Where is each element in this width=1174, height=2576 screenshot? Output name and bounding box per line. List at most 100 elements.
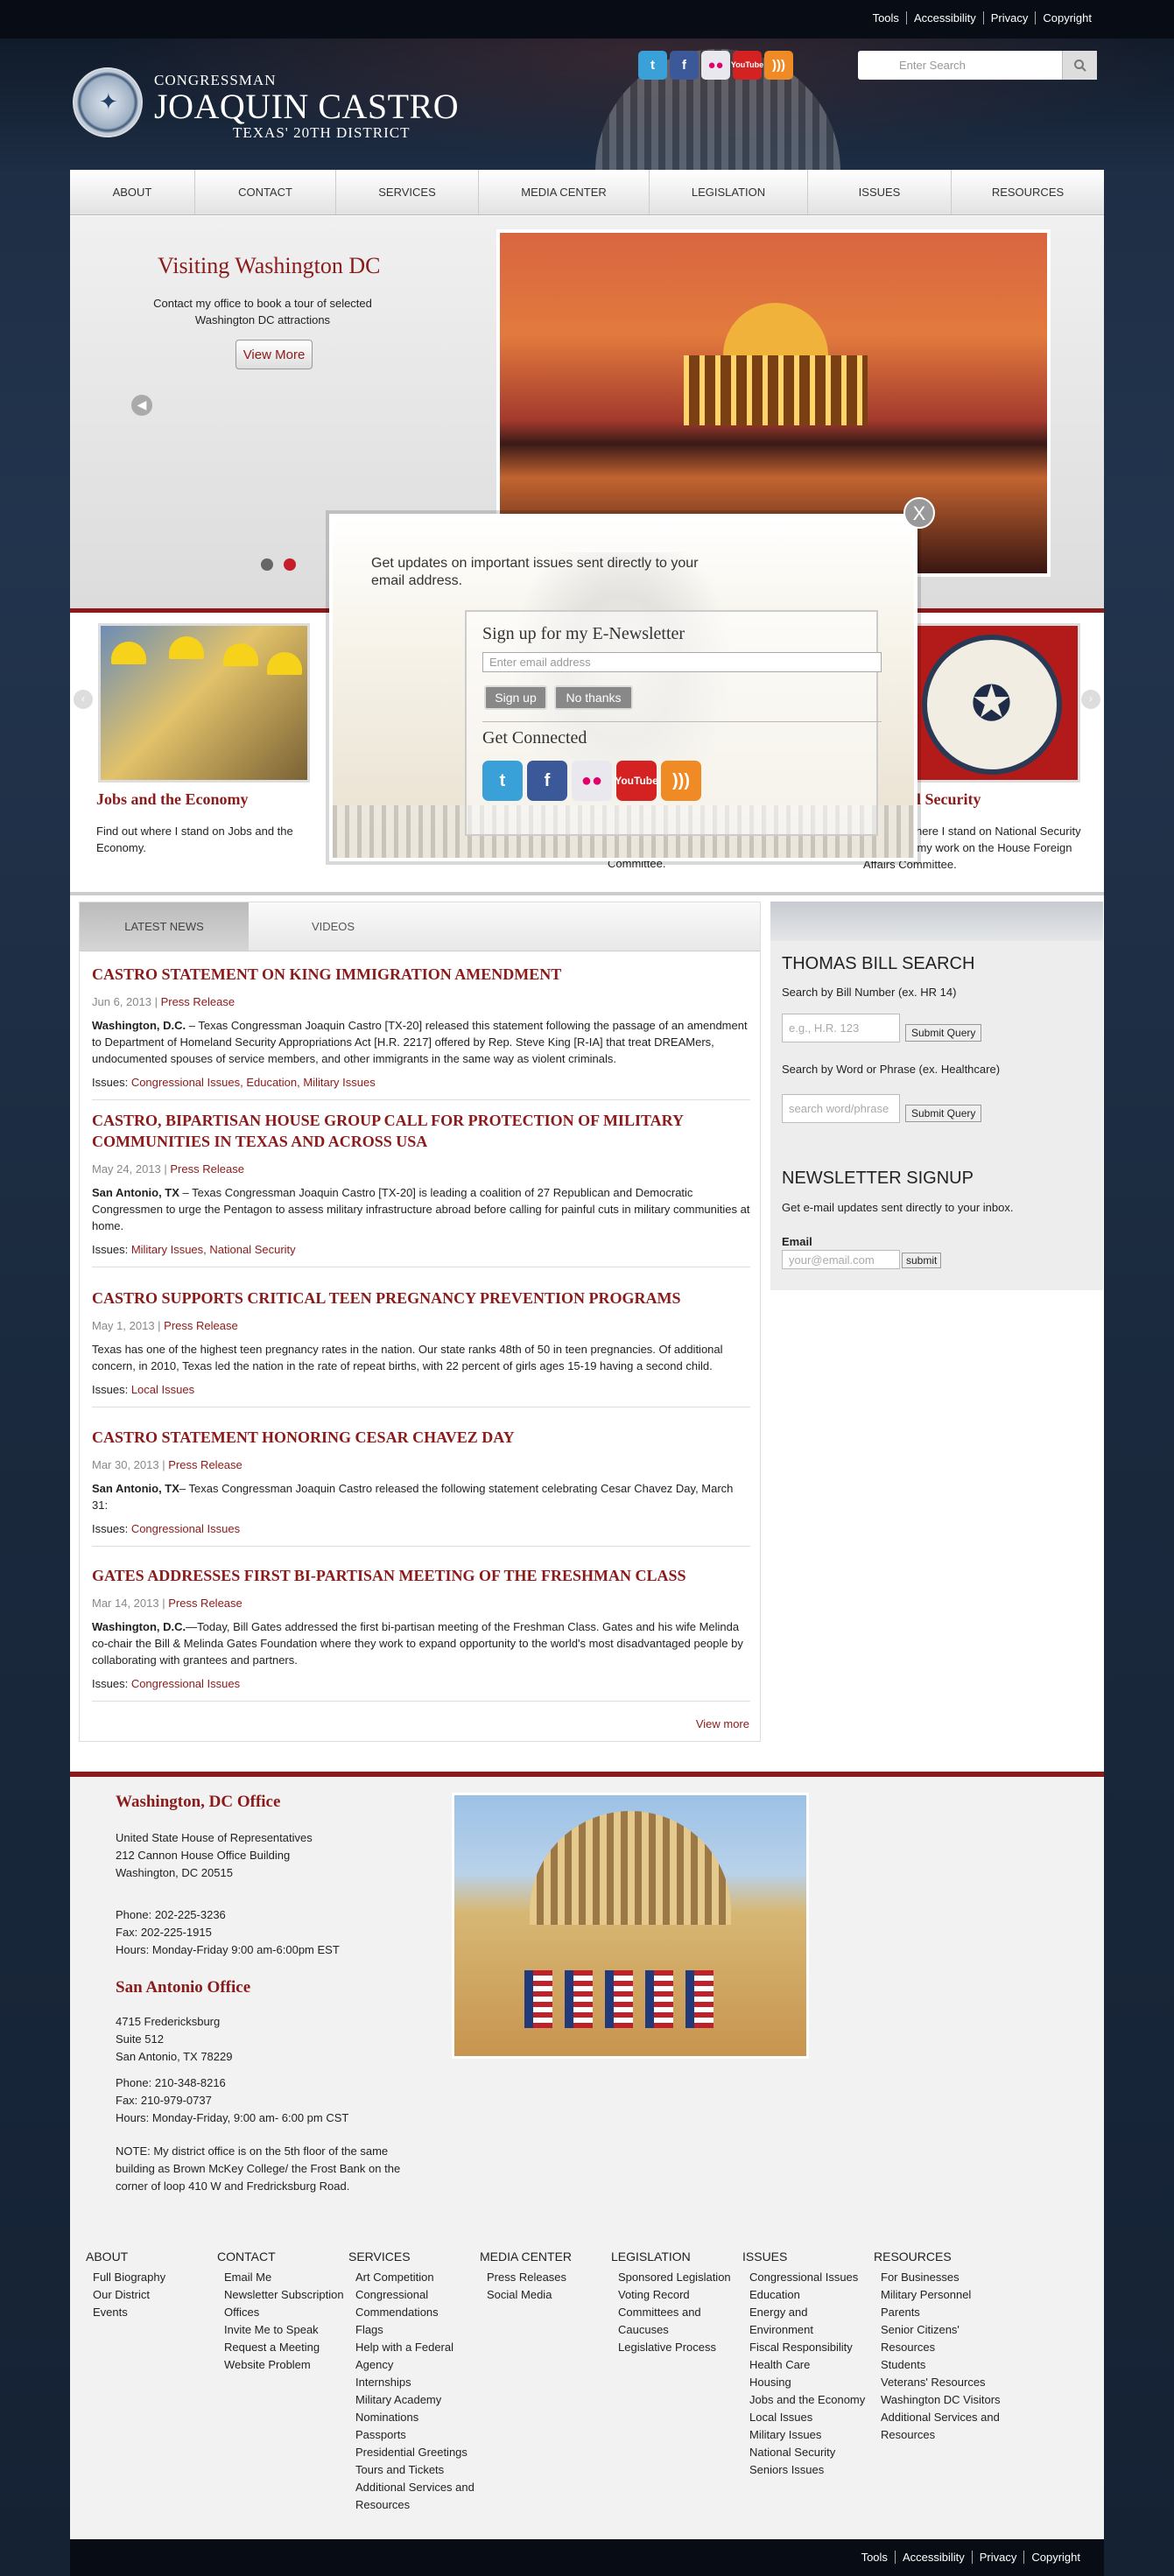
bill-word-input[interactable]: search word/phrase xyxy=(782,1094,900,1123)
footer-col-title[interactable]: ISSUES xyxy=(742,2250,874,2264)
footer-link[interactable]: Invite Me to Speak xyxy=(217,2321,348,2339)
footer-link[interactable]: Health Care xyxy=(742,2356,874,2374)
newsletter-email-input[interactable]: your@email.com xyxy=(782,1250,900,1269)
modal-close-icon[interactable]: X xyxy=(903,497,935,529)
footer-link[interactable]: Senior Citizens' Resources xyxy=(874,2321,1005,2356)
footer-link[interactable]: Passports xyxy=(348,2426,480,2444)
news-type-link[interactable]: Press Release xyxy=(170,1162,244,1176)
footer-link[interactable]: Military Personnel xyxy=(874,2286,1005,2304)
footer-link[interactable]: National Security xyxy=(742,2444,874,2461)
footer-link[interactable]: Social Media xyxy=(480,2286,611,2304)
slider-dot-1[interactable] xyxy=(261,558,273,571)
twitter-icon[interactable]: t xyxy=(638,51,667,80)
issues-links[interactable]: Local Issues xyxy=(131,1383,194,1396)
footer-link[interactable]: Flags xyxy=(348,2321,480,2339)
footer-link[interactable]: Military Issues xyxy=(742,2426,874,2444)
nav-services[interactable]: SERVICES xyxy=(336,170,479,214)
footer-link[interactable]: Offices xyxy=(217,2304,348,2321)
footer-link[interactable]: Tours and Tickets xyxy=(348,2461,480,2479)
issues-links[interactable]: Congressional Issues xyxy=(131,1677,240,1690)
news-type-link[interactable]: Press Release xyxy=(164,1319,238,1332)
footer-link[interactable]: Students xyxy=(874,2356,1005,2374)
twitter-icon[interactable]: t xyxy=(482,761,523,801)
cards-next-icon[interactable]: › xyxy=(1081,690,1100,709)
rss-icon[interactable]: ))) xyxy=(661,761,701,801)
tab-latest-news[interactable]: LATEST NEWS xyxy=(80,902,249,951)
footer-link[interactable]: Email Me xyxy=(217,2269,348,2286)
footer-link[interactable]: Full Biography xyxy=(86,2269,217,2286)
footer-link[interactable]: Request a Meeting xyxy=(217,2339,348,2356)
footer-link[interactable]: Additional Services and Resources xyxy=(874,2409,1005,2444)
youtube-icon[interactable]: You Tube xyxy=(731,51,763,80)
nav-media-center[interactable]: MEDIA CENTER xyxy=(479,170,650,214)
footer-link[interactable]: Internships xyxy=(348,2374,480,2391)
nav-legislation[interactable]: LEGISLATION xyxy=(650,170,808,214)
house-seal-logo[interactable] xyxy=(73,67,143,137)
footer-link[interactable]: Education xyxy=(742,2286,874,2304)
footer-col-title[interactable]: RESOURCES xyxy=(874,2250,1005,2264)
youtube-icon[interactable]: You Tube xyxy=(615,761,658,801)
modal-no-thanks-button[interactable]: No thanks xyxy=(554,685,633,710)
privacy-link[interactable]: Privacy xyxy=(971,2551,1024,2564)
footer-col-title[interactable]: MEDIA CENTER xyxy=(480,2250,611,2264)
accessibility-link[interactable]: Accessibility xyxy=(894,2551,972,2564)
modal-email-input[interactable]: Enter email address xyxy=(482,652,882,672)
search-input[interactable]: Enter Search xyxy=(899,59,966,72)
view-more-news-link[interactable]: View more xyxy=(696,1717,749,1730)
footer-col-title[interactable]: CONTACT xyxy=(217,2250,348,2264)
footer-link[interactable]: Press Releases xyxy=(480,2269,611,2286)
facebook-icon[interactable]: f xyxy=(670,51,699,80)
nav-issues[interactable]: ISSUES xyxy=(808,170,952,214)
nav-about[interactable]: ABOUT xyxy=(70,170,195,214)
view-more-button[interactable]: View More xyxy=(236,340,313,369)
footer-link[interactable]: Additional Services and Resources xyxy=(348,2479,480,2514)
search-icon[interactable] xyxy=(1062,51,1097,80)
footer-link[interactable]: Veterans' Resources xyxy=(874,2374,1005,2391)
accessibility-link[interactable]: Accessibility xyxy=(905,11,983,25)
news-title[interactable]: Castro Supports Critical Teen Pregnancy … xyxy=(92,1288,750,1309)
news-title[interactable]: Castro Statement Honoring Cesar Chavez D… xyxy=(92,1427,750,1448)
news-type-link[interactable]: Press Release xyxy=(161,995,236,1008)
footer-col-title[interactable]: ABOUT xyxy=(86,2250,217,2264)
footer-col-title[interactable]: LEGISLATION xyxy=(611,2250,742,2264)
footer-link[interactable]: Housing xyxy=(742,2374,874,2391)
footer-link[interactable]: Our District xyxy=(86,2286,217,2304)
newsletter-submit-button[interactable]: submit xyxy=(902,1253,942,1268)
news-title[interactable]: Castro Statement on King Immigration Ame… xyxy=(92,964,750,985)
footer-link[interactable]: Committees and Caucuses xyxy=(611,2304,742,2339)
bill-number-submit-button[interactable]: Submit Query xyxy=(905,1024,982,1042)
nav-resources[interactable]: RESOURCES xyxy=(952,170,1104,214)
privacy-link[interactable]: Privacy xyxy=(982,11,1036,25)
facebook-icon[interactable]: f xyxy=(527,761,567,801)
footer-link[interactable]: Energy and Environment xyxy=(742,2304,874,2339)
slider-prev-icon[interactable]: ◀ xyxy=(131,395,152,416)
news-title[interactable]: Castro, Bipartisan House Group Call for … xyxy=(92,1110,750,1152)
news-type-link[interactable]: Press Release xyxy=(168,1458,243,1471)
footer-link[interactable]: Events xyxy=(86,2304,217,2321)
cards-prev-icon[interactable]: ‹ xyxy=(74,690,93,709)
footer-link[interactable]: Voting Record xyxy=(611,2286,742,2304)
footer-link[interactable]: Website Problem xyxy=(217,2356,348,2374)
footer-link[interactable]: For Businesses xyxy=(874,2269,1005,2286)
footer-link[interactable]: Art Competition xyxy=(348,2269,480,2286)
footer-link[interactable]: Washington DC Visitors xyxy=(874,2391,1005,2409)
news-type-link[interactable]: Press Release xyxy=(168,1597,243,1610)
footer-link[interactable]: Congressional Issues xyxy=(742,2269,874,2286)
footer-link[interactable]: Presidential Greetings xyxy=(348,2444,480,2461)
nav-contact[interactable]: CONTACT xyxy=(195,170,336,214)
rss-icon[interactable]: ))) xyxy=(764,51,793,80)
footer-link[interactable]: Sponsored Legislation xyxy=(611,2269,742,2286)
footer-link[interactable]: Help with a Federal Agency xyxy=(348,2339,480,2374)
footer-link[interactable]: Military Academy Nominations xyxy=(348,2391,480,2426)
flickr-icon[interactable]: ●● xyxy=(701,51,730,80)
footer-link[interactable]: Local Issues xyxy=(742,2409,874,2426)
footer-link[interactable]: Parents xyxy=(874,2304,1005,2321)
issues-links[interactable]: Military Issues, National Security xyxy=(131,1243,296,1256)
flickr-icon[interactable]: ●● xyxy=(572,761,612,801)
tools-link[interactable]: Tools xyxy=(854,2551,895,2564)
news-title[interactable]: Gates Addresses First Bi-Partisan Meetin… xyxy=(92,1565,750,1586)
footer-link[interactable]: Seniors Issues xyxy=(742,2461,874,2479)
footer-link[interactable]: Jobs and the Economy xyxy=(742,2391,874,2409)
footer-link[interactable]: Congressional Commendations xyxy=(348,2286,480,2321)
footer-link[interactable]: Fiscal Responsibility xyxy=(742,2339,874,2356)
